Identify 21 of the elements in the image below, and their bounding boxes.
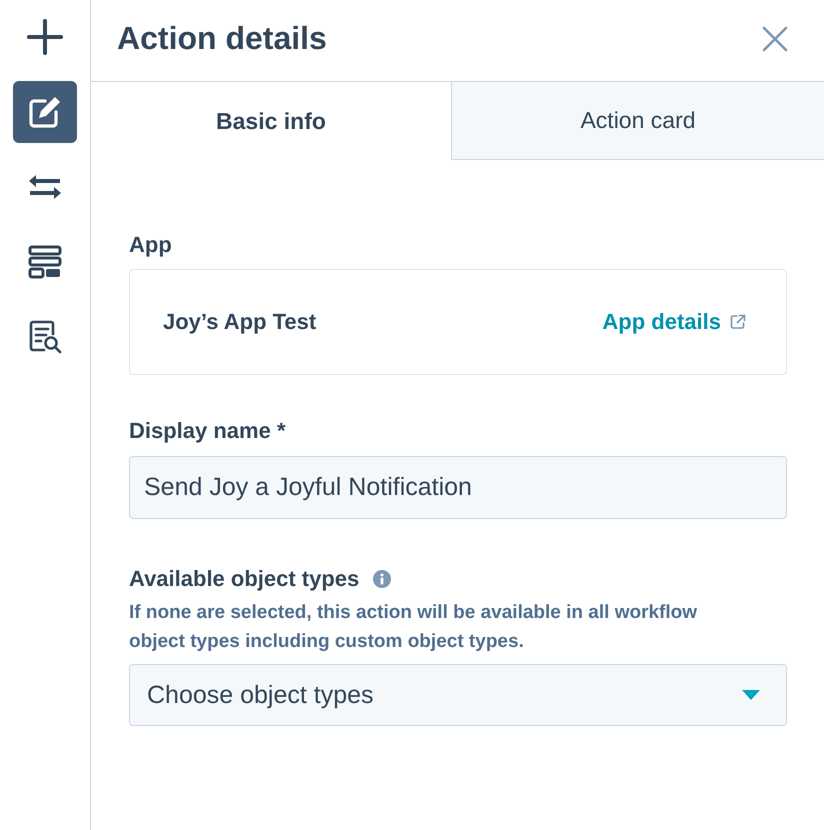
field-label: App xyxy=(129,232,172,258)
app-details-link[interactable]: App details xyxy=(602,309,746,335)
display-name-field[interactable]: Send Joy a Joyful Notification xyxy=(129,456,787,519)
document-search-icon xyxy=(28,320,62,354)
tab[interactable]: Action card xyxy=(451,82,824,160)
object-types-dropdown[interactable]: Choose object types xyxy=(129,664,787,726)
layout-icon xyxy=(28,245,62,279)
info-icon xyxy=(373,570,392,588)
help-text: If none are selected, this action will be available in all workflow object types including custom object types. xyxy=(129,601,698,654)
app-name: Joy’s App Test xyxy=(163,309,316,335)
swap-arrows-icon xyxy=(28,175,62,199)
close-button[interactable] xyxy=(762,26,788,52)
close-icon xyxy=(762,26,788,52)
edit-button[interactable] xyxy=(13,81,77,143)
plus-icon xyxy=(27,19,63,55)
field-label: Display name * xyxy=(129,418,286,444)
panel-title: Action details xyxy=(117,20,327,57)
caret-icon xyxy=(742,690,760,700)
edit-icon xyxy=(28,95,62,129)
external-link-icon xyxy=(730,314,746,330)
field-label: Available object types xyxy=(129,566,360,592)
